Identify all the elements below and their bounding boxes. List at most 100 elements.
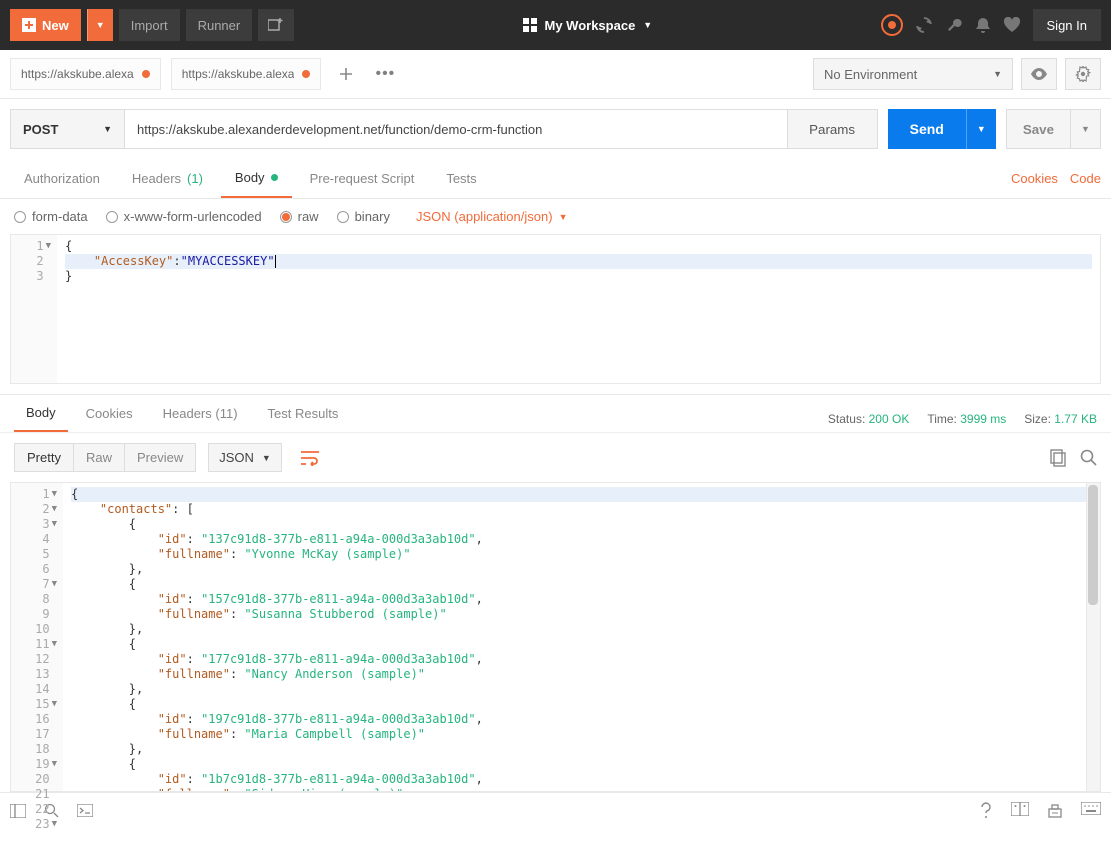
new-button-label: New <box>42 18 69 33</box>
tab-tests[interactable]: Tests <box>432 159 490 198</box>
new-dropdown[interactable]: ▼ <box>87 9 113 41</box>
body-indicator-icon <box>271 174 278 181</box>
tab-headers-label: Headers <box>132 171 181 186</box>
request-tab-1[interactable]: https://akskube.alexa <box>171 58 322 90</box>
tab-more-button[interactable]: ••• <box>371 59 399 89</box>
resp-headers-count: (11) <box>215 406 237 421</box>
chevron-down-icon: ▼ <box>977 124 986 134</box>
chevron-down-icon: ▼ <box>103 124 112 134</box>
copy-response-button[interactable] <box>1050 449 1066 467</box>
editor-content[interactable]: { "AccessKey":"MYACCESSKEY"} <box>57 235 1100 383</box>
signin-button[interactable]: Sign In <box>1033 9 1101 41</box>
time-label: Time: <box>927 412 957 426</box>
radio-icon <box>14 211 26 223</box>
view-mode-group: Pretty Raw Preview <box>14 443 196 472</box>
cookies-link[interactable]: Cookies <box>1011 171 1058 186</box>
chevron-down-icon: ▼ <box>262 453 271 463</box>
tabs-row: https://akskube.alexa https://akskube.al… <box>0 50 1111 99</box>
resp-tab-headers-label: Headers <box>163 406 212 421</box>
keyboard-shortcuts-button[interactable] <box>1081 802 1101 820</box>
env-settings-button[interactable] <box>1065 58 1101 90</box>
tab-body[interactable]: Body <box>221 159 292 198</box>
radio-label: x-www-form-urlencoded <box>124 209 262 224</box>
view-preview[interactable]: Preview <box>125 444 195 471</box>
radio-urlencoded[interactable]: x-www-form-urlencoded <box>106 209 262 224</box>
sync-icon[interactable] <box>915 16 933 34</box>
tab-title: https://akskube.alexa <box>21 67 134 81</box>
radio-formdata[interactable]: form-data <box>14 209 88 224</box>
radio-icon <box>337 211 349 223</box>
request-sub-tabs: Authorization Headers (1) Body Pre-reque… <box>0 159 1111 199</box>
radio-icon <box>106 211 118 223</box>
runner-button[interactable]: Runner <box>186 9 253 41</box>
new-window-button[interactable] <box>258 9 294 41</box>
editor-content[interactable]: { "contacts": [ { "id": "137c91d8-377b-e… <box>63 483 1100 791</box>
app-header: New ▼ Import Runner My Workspace ▼ Sign … <box>0 0 1111 50</box>
scrollbar-thumb[interactable] <box>1088 485 1098 605</box>
add-tab-button[interactable] <box>331 61 361 87</box>
search-response-button[interactable] <box>1080 449 1097 467</box>
save-dropdown[interactable]: ▼ <box>1071 109 1101 149</box>
resp-tab-tests[interactable]: Test Results <box>256 406 351 431</box>
tab-title: https://akskube.alexa <box>182 67 295 81</box>
wrap-icon <box>300 450 320 466</box>
radio-label: binary <box>355 209 390 224</box>
url-input[interactable] <box>125 109 788 149</box>
request-bar: POST ▼ Params Send ▼ Save ▼ <box>0 99 1111 159</box>
editor-gutter: 1▼2▼3▼4 5 6 7▼8 9 10 11▼12 13 14 15▼16 1… <box>11 483 63 791</box>
send-button[interactable]: Send <box>888 109 966 149</box>
size-value: 1.77 KB <box>1054 412 1097 426</box>
help-button[interactable] <box>979 802 993 820</box>
request-tab-0[interactable]: https://akskube.alexa <box>10 58 161 90</box>
scrollbar[interactable] <box>1086 483 1100 791</box>
import-button[interactable]: Import <box>119 9 180 41</box>
gear-icon <box>1075 66 1091 82</box>
environment-select[interactable]: No Environment ▼ <box>813 58 1013 90</box>
capture-icon[interactable] <box>881 14 903 36</box>
two-pane-button[interactable] <box>1011 802 1029 820</box>
method-select[interactable]: POST ▼ <box>10 109 125 149</box>
env-quicklook-button[interactable] <box>1021 58 1057 90</box>
content-type-label: JSON (application/json) <box>416 209 553 224</box>
tab-prerequest[interactable]: Pre-request Script <box>296 159 429 198</box>
content-type-select[interactable]: JSON (application/json) ▼ <box>416 209 567 224</box>
response-tabs: Body Cookies Headers (11) Test Results S… <box>0 394 1111 432</box>
radio-binary[interactable]: binary <box>337 209 390 224</box>
method-label: POST <box>23 122 58 137</box>
new-window-icon <box>268 18 284 32</box>
body-type-selector: form-data x-www-form-urlencoded raw bina… <box>0 199 1111 234</box>
resp-tab-cookies[interactable]: Cookies <box>74 406 145 431</box>
format-select[interactable]: JSON ▼ <box>208 443 282 472</box>
new-button[interactable]: New <box>10 9 81 41</box>
unsaved-dot-icon <box>302 70 310 78</box>
radio-label: raw <box>298 209 319 224</box>
request-body-editor[interactable]: 1▼2 3 { "AccessKey":"MYACCESSKEY"} <box>10 234 1101 384</box>
response-body-editor[interactable]: 1▼2▼3▼4 5 6 7▼8 9 10 11▼12 13 14 15▼16 1… <box>10 482 1101 792</box>
view-raw[interactable]: Raw <box>74 444 125 471</box>
unsaved-dot-icon <box>142 70 150 78</box>
save-button[interactable]: Save <box>1006 109 1071 149</box>
tab-authorization[interactable]: Authorization <box>10 159 114 198</box>
response-toolbar: Pretty Raw Preview JSON ▼ <box>0 432 1111 482</box>
status-value: 200 OK <box>869 412 910 426</box>
bell-icon[interactable] <box>975 16 991 34</box>
size-label: Size: <box>1024 412 1051 426</box>
console-button[interactable] <box>77 804 93 817</box>
view-pretty[interactable]: Pretty <box>15 444 74 471</box>
radio-raw[interactable]: raw <box>280 209 319 224</box>
heart-icon[interactable] <box>1003 17 1021 33</box>
time-value: 3999 ms <box>960 412 1006 426</box>
bootcamp-button[interactable] <box>1047 802 1063 820</box>
wrap-lines-button[interactable] <box>294 446 326 470</box>
params-button[interactable]: Params <box>788 109 878 149</box>
send-dropdown[interactable]: ▼ <box>966 109 996 149</box>
code-link[interactable]: Code <box>1070 171 1101 186</box>
workspace-selector[interactable]: My Workspace ▼ <box>300 18 874 33</box>
resp-tab-body[interactable]: Body <box>14 405 68 432</box>
wrench-icon[interactable] <box>945 16 963 34</box>
format-label: JSON <box>219 450 254 465</box>
resp-tab-headers[interactable]: Headers (11) <box>151 406 250 431</box>
workspace-label: My Workspace <box>545 18 636 33</box>
tab-headers[interactable]: Headers (1) <box>118 159 217 198</box>
tab-body-label: Body <box>235 170 265 185</box>
